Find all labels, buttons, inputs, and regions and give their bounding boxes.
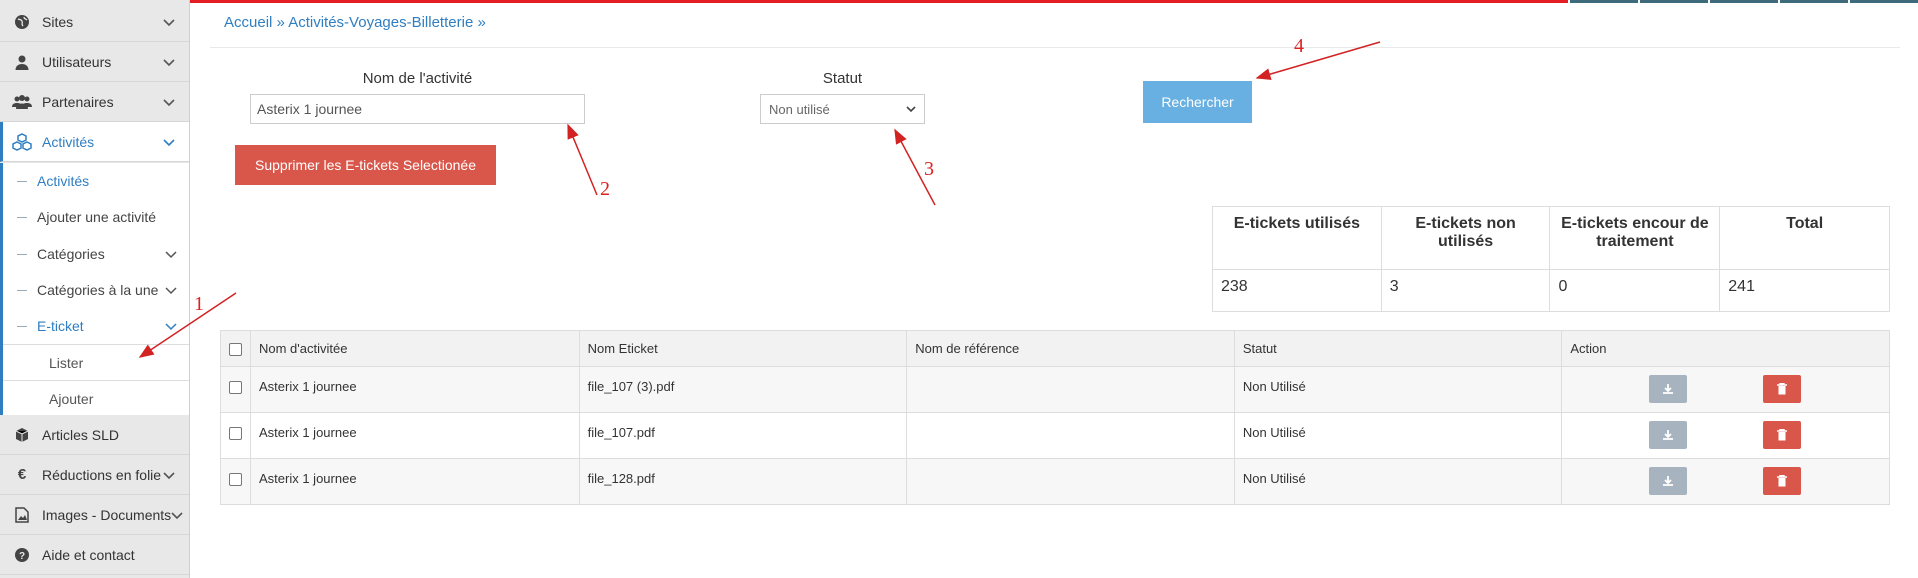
annotation-label-1: 1 bbox=[194, 293, 204, 315]
annotation-arrows bbox=[138, 41, 1381, 358]
annotation-label-4: 4 bbox=[1294, 35, 1304, 57]
annotation-label-3: 3 bbox=[924, 158, 934, 180]
annotation-arrow-4 bbox=[1255, 41, 1381, 80]
annotation-arrow-2 bbox=[567, 123, 598, 196]
annotation-arrow-1 bbox=[138, 292, 237, 358]
annotation-label-2: 2 bbox=[600, 178, 610, 200]
